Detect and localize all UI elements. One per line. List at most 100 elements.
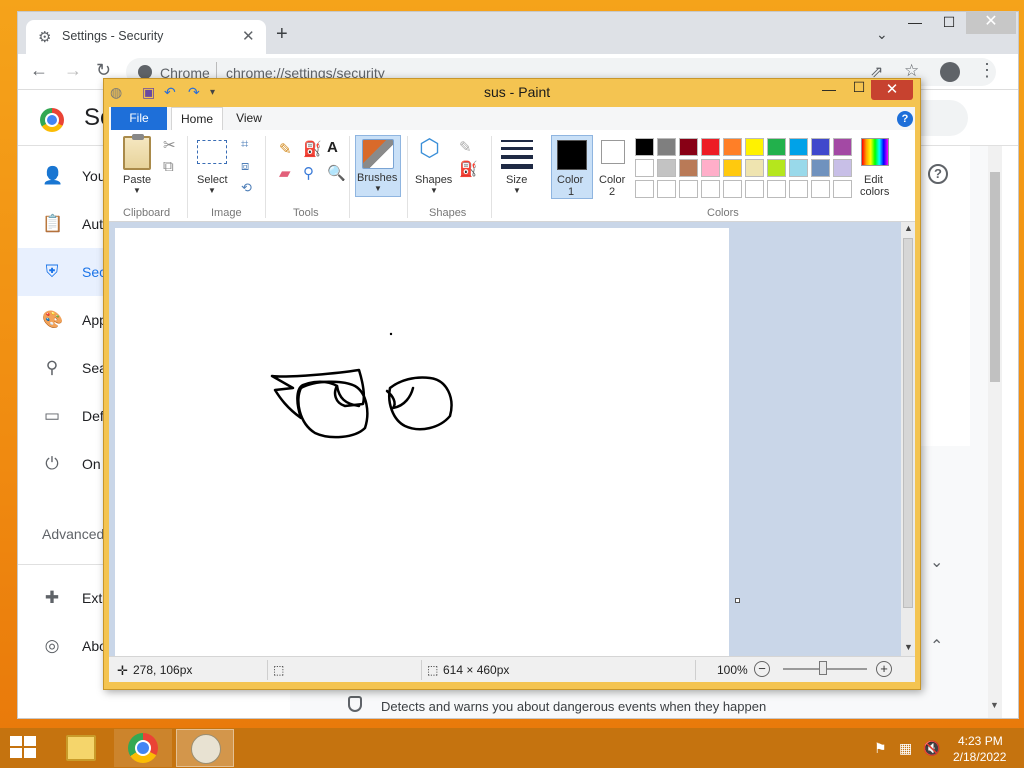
palette-swatch[interactable]: [657, 159, 676, 177]
kebab-menu-icon[interactable]: ⋮: [978, 60, 996, 81]
palette-swatch[interactable]: [789, 138, 808, 156]
palette-swatch[interactable]: [811, 138, 830, 156]
clock-time[interactable]: 4:23 PM: [958, 734, 1003, 748]
canvas-vertical-scrollbar[interactable]: ▲ ▼: [901, 222, 915, 656]
palette-swatch[interactable]: [767, 180, 786, 198]
palette-swatch[interactable]: [657, 138, 676, 156]
palette-swatch[interactable]: [811, 159, 830, 177]
palette-swatch[interactable]: [657, 180, 676, 198]
zoom-out-button[interactable]: −: [754, 661, 770, 677]
line-size-icon[interactable]: [501, 140, 533, 174]
volume-muted-icon[interactable]: 🔇: [923, 740, 940, 757]
clipboard-paste-icon[interactable]: [123, 134, 151, 170]
save-icon[interactable]: ▣: [142, 84, 155, 101]
brushes-button[interactable]: Brushes ▼: [355, 135, 401, 197]
magnifier-icon[interactable]: 🔍: [327, 164, 346, 182]
color2-swatch[interactable]: [601, 140, 625, 164]
maximize-button[interactable]: ☐: [932, 12, 966, 34]
eraser-icon[interactable]: ▰: [279, 164, 291, 182]
palette-swatch[interactable]: [833, 159, 852, 177]
redo-icon[interactable]: ↷: [188, 84, 200, 101]
pencil-icon[interactable]: ✎: [279, 140, 292, 158]
help-icon[interactable]: ?: [897, 111, 913, 127]
taskbar-chrome[interactable]: [114, 729, 172, 767]
palette-swatch[interactable]: [789, 180, 808, 198]
size-button-label[interactable]: Size: [506, 174, 527, 186]
scrollbar-thumb[interactable]: [990, 172, 1000, 382]
paint-minimize-button[interactable]: —: [814, 81, 844, 97]
scroll-up-arrow-icon[interactable]: ▲: [904, 223, 913, 233]
color2-number[interactable]: 2: [609, 186, 615, 198]
new-tab-button[interactable]: +: [276, 24, 288, 44]
resize-icon[interactable]: ⧈: [241, 158, 249, 174]
select-rectangle-icon[interactable]: [197, 140, 227, 164]
tab-file[interactable]: File: [111, 107, 167, 130]
edit-colors-label[interactable]: Edit: [864, 174, 883, 186]
palette-swatch[interactable]: [833, 180, 852, 198]
color-picker-icon[interactable]: ⚲: [303, 164, 314, 182]
palette-swatch[interactable]: [767, 159, 786, 177]
palette-swatch[interactable]: [745, 180, 764, 198]
shapes-button-label[interactable]: Shapes: [415, 174, 452, 186]
edit-colors-label-2[interactable]: colors: [860, 186, 889, 198]
sidebar-advanced-toggle[interactable]: Advanced: [42, 526, 104, 542]
palette-swatch[interactable]: [679, 159, 698, 177]
palette-swatch[interactable]: [745, 138, 764, 156]
palette-swatch[interactable]: [833, 138, 852, 156]
zoom-in-button[interactable]: +: [876, 661, 892, 677]
palette-swatch[interactable]: [767, 138, 786, 156]
clock-date[interactable]: 2/18/2022: [953, 750, 1006, 764]
chrome-scrollbar[interactable]: ▼: [988, 146, 1002, 718]
shapes-dropdown-icon[interactable]: ▼: [430, 186, 438, 195]
tab-settings-security[interactable]: ⚙ Settings - Security ✕: [26, 20, 266, 54]
tab-search-chevron-icon[interactable]: ⌄: [876, 26, 888, 43]
chevron-down-icon[interactable]: ⌄: [930, 552, 943, 572]
forward-button[interactable]: →: [64, 60, 82, 81]
action-center-flag-icon[interactable]: ⚑: [874, 740, 887, 757]
palette-swatch[interactable]: [635, 180, 654, 198]
undo-icon[interactable]: ↶: [164, 84, 176, 101]
palette-swatch[interactable]: [635, 138, 654, 156]
minimize-button[interactable]: —: [898, 12, 932, 34]
palette-swatch[interactable]: [723, 180, 742, 198]
tab-view[interactable]: View: [229, 107, 269, 130]
scrollbar-thumb[interactable]: [903, 238, 913, 608]
back-button[interactable]: ←: [30, 60, 48, 81]
canvas-resize-handle[interactable]: [735, 598, 740, 603]
palette-swatch[interactable]: [723, 138, 742, 156]
palette-swatch[interactable]: [745, 159, 764, 177]
palette-swatch[interactable]: [701, 138, 720, 156]
start-button[interactable]: [10, 736, 38, 760]
paste-button-label[interactable]: Paste: [123, 174, 151, 186]
palette-swatch[interactable]: [679, 180, 698, 198]
shapes-gallery-icon[interactable]: ⬡: [419, 134, 440, 163]
tab-home[interactable]: Home: [171, 107, 223, 131]
network-icon[interactable]: ▦: [899, 740, 912, 757]
palette-swatch[interactable]: [679, 138, 698, 156]
rotate-icon[interactable]: ⟲: [241, 180, 252, 196]
paste-dropdown-icon[interactable]: ▼: [133, 186, 141, 195]
select-dropdown-icon[interactable]: ▼: [208, 186, 216, 195]
tab-close-icon[interactable]: ✕: [242, 27, 255, 45]
cut-icon[interactable]: ✂: [163, 136, 176, 154]
scroll-down-arrow-icon[interactable]: ▼: [904, 642, 913, 652]
palette-swatch[interactable]: [701, 159, 720, 177]
palette-swatch[interactable]: [723, 159, 742, 177]
select-button-label[interactable]: Select: [197, 174, 228, 186]
chevron-up-icon[interactable]: ⌃: [930, 636, 943, 656]
color1-button[interactable]: Color 1: [551, 135, 593, 199]
palette-swatch[interactable]: [811, 180, 830, 198]
close-button[interactable]: ✕: [966, 12, 1016, 34]
fill-bucket-icon[interactable]: ⛽: [303, 140, 322, 158]
scroll-down-arrow-icon[interactable]: ▼: [990, 700, 999, 710]
paint-maximize-button[interactable]: ☐: [844, 79, 874, 96]
size-dropdown-icon[interactable]: ▼: [513, 186, 521, 195]
taskbar-paint[interactable]: [176, 729, 234, 767]
crop-icon[interactable]: ⌗: [241, 136, 248, 152]
paint-app-icon[interactable]: ◍: [110, 84, 122, 101]
palette-swatch[interactable]: [789, 159, 808, 177]
palette-swatch[interactable]: [701, 180, 720, 198]
taskbar-file-explorer[interactable]: [50, 729, 108, 767]
drawing-canvas[interactable]: [115, 228, 729, 658]
help-icon[interactable]: ?: [928, 164, 948, 184]
